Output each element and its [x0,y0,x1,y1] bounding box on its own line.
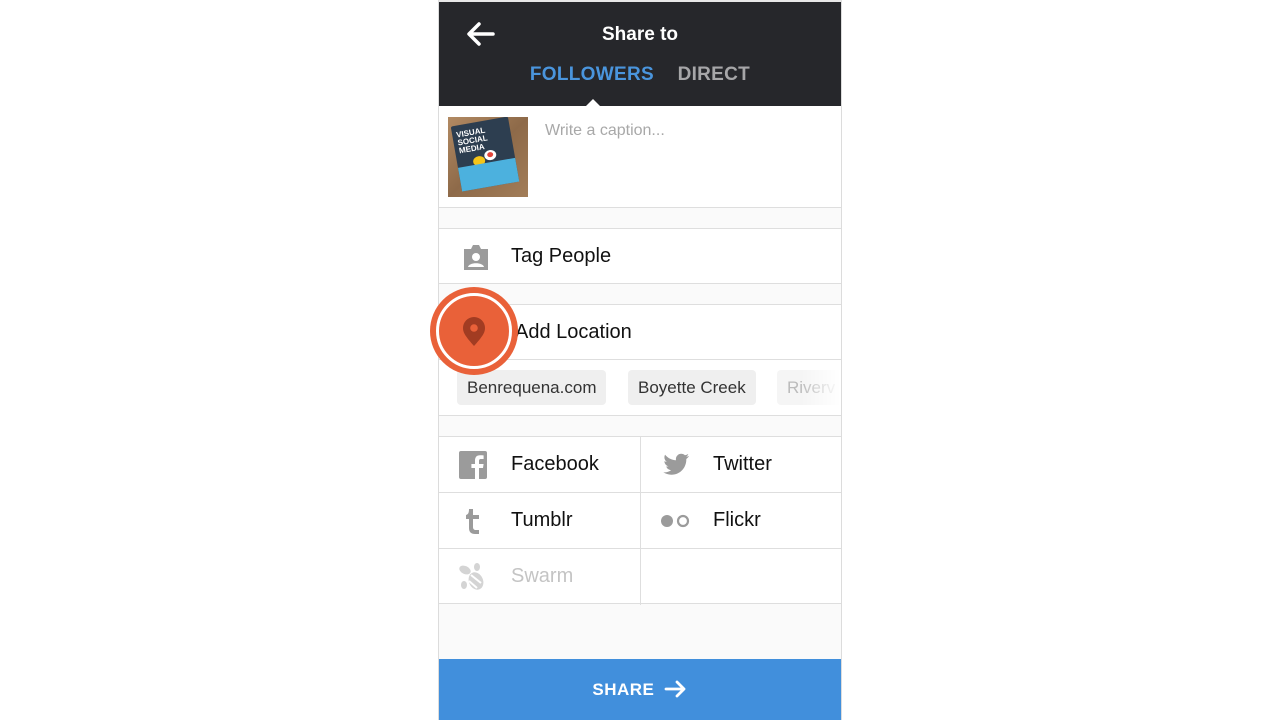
scroll-fade [801,360,841,415]
page-title: Share to [601,24,679,45]
post-thumbnail[interactable]: VISUAL SOCIAL MEDIA [448,117,528,197]
share-button[interactable]: SHARE [439,659,841,720]
location-pin-icon[interactable] [461,317,487,347]
location-chip[interactable]: Boyette Creek [628,370,756,405]
tab-followers[interactable]: FOLLOWERS [530,64,654,86]
book-image: VISUAL SOCIAL MEDIA [450,117,520,192]
empty-cell [640,549,841,605]
tag-people-label: Tag People [511,245,612,267]
location-suggestions: Benrequena.com Boyette Creek Riverv [439,360,841,416]
facebook-label: Facebook [511,453,599,475]
add-location-label: Add Location [515,321,632,343]
book-band [458,157,520,192]
facebook-toggle[interactable]: Facebook [439,437,640,493]
tumblr-label: Tumblr [511,509,573,531]
caption-section: VISUAL SOCIAL MEDIA [439,106,841,208]
share-tabs: FOLLOWERS DIRECT [439,64,841,86]
tab-direct[interactable]: DIRECT [678,64,751,86]
book-title: VISUAL SOCIAL MEDIA [455,125,489,156]
header-bar: Share to FOLLOWERS DIRECT [439,0,841,107]
flickr-label: Flickr [713,509,761,531]
social-share-grid: Facebook Twitter Tumblr Flickr Swarm [439,436,841,605]
tag-person-icon [464,245,488,270]
twitter-toggle[interactable]: Twitter [640,437,841,493]
tag-people-row[interactable]: Tag People [439,228,841,284]
flickr-icon [661,514,690,528]
arrow-right-icon [664,680,686,698]
twitter-label: Twitter [713,453,772,475]
swarm-icon [459,563,484,590]
swarm-toggle[interactable]: Swarm [439,549,640,605]
tap-indicator [430,287,518,375]
flickr-toggle[interactable]: Flickr [640,493,841,549]
location-chip[interactable]: Benrequena.com [457,370,607,405]
caption-input[interactable] [545,122,825,140]
facebook-icon [459,451,487,479]
twitter-icon [663,453,689,475]
share-button-label: SHARE [592,680,655,699]
tumblr-icon [466,509,479,534]
tumblr-toggle[interactable]: Tumblr [439,493,640,549]
swarm-label: Swarm [511,565,574,587]
